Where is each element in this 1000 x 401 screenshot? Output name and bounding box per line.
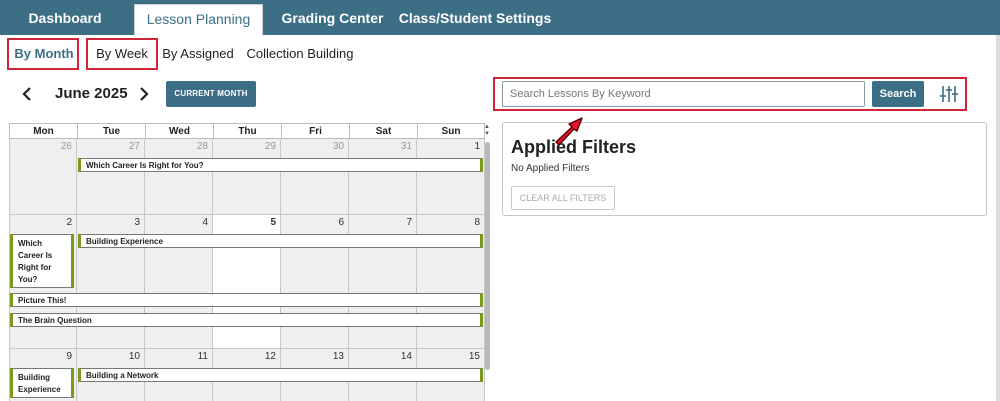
day-number: 27 <box>128 141 140 152</box>
sliders-icon[interactable] <box>938 84 960 104</box>
day-number: 3 <box>134 217 140 228</box>
day-number: 2 <box>66 217 72 228</box>
chevron-left-icon[interactable] <box>22 84 32 108</box>
subtab-collection-building[interactable]: Collection Building <box>244 38 356 70</box>
tab-lesson-planning[interactable]: Lesson Planning <box>134 4 263 35</box>
calendar-weekday-header: Mon Tue Wed Thu Fri Sat Sun <box>9 123 485 139</box>
day-cell[interactable]: 29 <box>213 139 281 215</box>
day-cell[interactable]: 26 <box>9 139 77 215</box>
day-cell[interactable]: 28 <box>145 139 213 215</box>
chevron-right-icon[interactable] <box>139 84 149 108</box>
lesson-event[interactable]: Which Career Is Right for You? <box>10 234 74 288</box>
current-month-button[interactable]: CURRENT MONTH <box>166 81 256 107</box>
day-number: 8 <box>474 217 480 228</box>
scroll-down-icon[interactable]: ▼ <box>484 131 490 137</box>
day-number: 29 <box>264 141 276 152</box>
day-number: 1 <box>474 141 480 152</box>
lesson-event[interactable]: Which Career Is Right for You? <box>78 158 483 172</box>
lesson-event[interactable]: Building Experience <box>10 368 74 398</box>
search-button[interactable]: Search <box>872 81 924 107</box>
day-number: 10 <box>128 351 140 362</box>
weekday-mon: Mon <box>10 124 78 139</box>
day-cell[interactable]: 31 <box>349 139 417 215</box>
day-number: 28 <box>196 141 208 152</box>
highlight-box-by-month <box>7 38 79 70</box>
day-number: 15 <box>468 351 480 362</box>
day-number: 11 <box>197 351 208 362</box>
month-label: June 2025 <box>55 85 128 102</box>
day-number: 7 <box>406 217 412 228</box>
weekday-wed: Wed <box>146 124 214 139</box>
weekday-thu: Thu <box>214 124 282 139</box>
subtab-by-assigned[interactable]: By Assigned <box>160 38 236 70</box>
scroll-up-icon[interactable]: ▲ <box>484 124 490 130</box>
tab-class-student-settings[interactable]: Class/Student Settings <box>395 4 555 35</box>
day-cell[interactable]: 30 <box>281 139 349 215</box>
lesson-event[interactable]: The Brain Question <box>10 313 483 327</box>
day-number: 14 <box>400 351 412 362</box>
annotation-arrow-icon <box>555 117 583 146</box>
filters-empty-text: No Applied Filters <box>511 163 590 174</box>
top-navigation: Dashboard Lesson Planning Grading Center… <box>0 0 1000 35</box>
day-cell[interactable]: 1 <box>417 139 485 215</box>
weekday-tue: Tue <box>78 124 146 139</box>
day-number: 6 <box>338 217 344 228</box>
day-number: 30 <box>332 141 344 152</box>
lesson-event[interactable]: Building a Network <box>78 368 483 382</box>
month-calendar: Mon Tue Wed Thu Fri Sat Sun 26 27 28 29 … <box>9 123 490 401</box>
calendar-scrollbar-thumb[interactable] <box>485 142 490 370</box>
weekday-fri: Fri <box>282 124 350 139</box>
day-number: 5 <box>270 217 276 228</box>
weekday-sun: Sun <box>441 126 461 137</box>
day-number: 9 <box>66 351 72 362</box>
search-input[interactable] <box>502 81 865 107</box>
day-number: 4 <box>202 217 208 228</box>
lesson-event[interactable]: Picture This! <box>10 293 483 307</box>
tab-dashboard[interactable]: Dashboard <box>0 4 130 35</box>
lesson-event[interactable]: Building Experience <box>78 234 483 248</box>
weekday-sat: Sat <box>350 124 418 139</box>
day-number: 26 <box>60 141 72 152</box>
day-number: 31 <box>400 141 412 152</box>
day-number: 12 <box>264 351 276 362</box>
day-number: 13 <box>332 351 344 362</box>
day-cell[interactable]: 27 <box>77 139 145 215</box>
highlight-box-by-week <box>86 38 158 70</box>
page-scrollbar-track[interactable] <box>996 35 1000 401</box>
calendar-grid: 26 27 28 29 30 31 1 Which Career Is Righ… <box>9 139 485 401</box>
tab-grading-center[interactable]: Grading Center <box>270 4 395 35</box>
clear-all-filters-button[interactable]: CLEAR ALL FILTERS <box>511 186 615 210</box>
